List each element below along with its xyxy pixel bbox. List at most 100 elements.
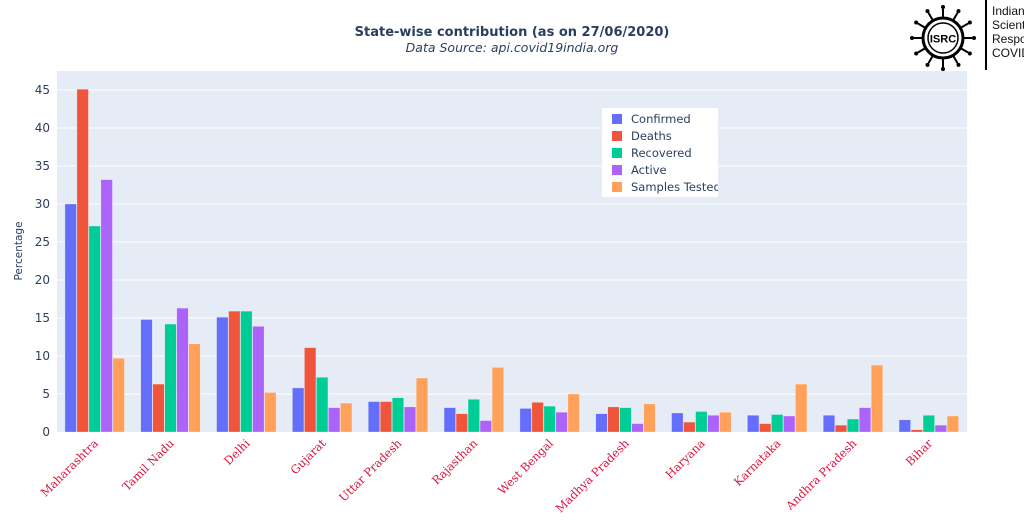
x-tick-label: Bihar xyxy=(903,436,936,469)
bar-confirmed-west-bengal[interactable] xyxy=(519,408,532,433)
y-tick-label: 5 xyxy=(42,387,50,401)
bar-active-tamil-nadu[interactable] xyxy=(176,307,189,433)
bar-active-west-bengal[interactable] xyxy=(555,411,568,433)
bar-recovered-tamil-nadu[interactable] xyxy=(164,323,177,433)
bar-deaths-rajasthan[interactable] xyxy=(455,413,468,433)
bar-samples-tested-west-bengal[interactable] xyxy=(567,393,580,433)
x-tick-label: Gujarat xyxy=(288,436,329,477)
bar-confirmed-tamil-nadu[interactable] xyxy=(140,319,153,433)
x-tick-label: Karnataka xyxy=(731,436,784,489)
chart-title: State-wise contribution (as on 27/06/202… xyxy=(355,25,670,40)
bar-samples-tested-karnataka[interactable] xyxy=(795,383,808,433)
bar-recovered-karnataka[interactable] xyxy=(771,414,784,433)
bar-active-karnataka[interactable] xyxy=(783,415,796,433)
bar-confirmed-rajasthan[interactable] xyxy=(443,407,456,433)
bar-confirmed-andhra-pradesh[interactable] xyxy=(823,415,835,433)
bar-samples-tested-bihar[interactable] xyxy=(946,415,959,433)
bar-confirmed-gujarat[interactable] xyxy=(292,387,305,433)
bar-confirmed-maharashtra[interactable] xyxy=(64,203,77,433)
x-tick-label: Madhya Pradesh xyxy=(553,436,633,516)
legend-swatch xyxy=(612,114,622,124)
bar-deaths-uttar-pradesh[interactable] xyxy=(380,401,392,433)
bar-samples-tested-rajasthan[interactable] xyxy=(491,367,504,433)
bar-samples-tested-delhi[interactable] xyxy=(264,392,277,433)
bar-samples-tested-madhya-pradesh[interactable] xyxy=(643,403,656,433)
y-axis-label: Percentage xyxy=(13,221,25,280)
logo-spike-tip xyxy=(925,9,930,14)
bar-chart: 0 5 10 15 20 25 30 35 40 45 Maharashtra Tamil Nadu… xyxy=(13,0,1024,516)
logo-spike-tip xyxy=(910,36,914,40)
bar-recovered-rajasthan[interactable] xyxy=(467,399,480,433)
y-tick-label: 25 xyxy=(35,235,50,249)
bar-samples-tested-tamil-nadu[interactable] xyxy=(188,343,201,433)
bar-deaths-karnataka[interactable] xyxy=(759,423,772,433)
bar-deaths-gujarat[interactable] xyxy=(304,347,317,433)
bar-recovered-madhya-pradesh[interactable] xyxy=(619,407,632,433)
bar-deaths-tamil-nadu[interactable] xyxy=(152,383,165,433)
bar-samples-tested-maharashtra[interactable] xyxy=(112,358,125,433)
logo-spike-tip xyxy=(914,20,919,25)
x-tick-label: Delhi xyxy=(221,436,253,468)
logo-spike-tip xyxy=(914,51,919,56)
bar-recovered-gujarat[interactable] xyxy=(316,377,329,433)
bar-recovered-maharashtra[interactable] xyxy=(88,225,101,433)
legend-item-label[interactable]: Samples Tested xyxy=(631,180,721,194)
bar-samples-tested-haryana[interactable] xyxy=(719,411,732,433)
bar-active-andhra-pradesh[interactable] xyxy=(859,407,871,433)
bar-confirmed-madhya-pradesh[interactable] xyxy=(595,413,608,433)
logo-spike-tip xyxy=(941,67,945,71)
bar-deaths-delhi[interactable] xyxy=(228,310,241,433)
chart-subtitle: Data Source: api.covid19india.org xyxy=(406,40,619,55)
bar-active-haryana[interactable] xyxy=(707,415,720,433)
bar-recovered-andhra-pradesh[interactable] xyxy=(847,418,859,433)
bar-active-gujarat[interactable] xyxy=(328,407,341,433)
logo-spike-tip xyxy=(956,62,961,67)
bar-samples-tested-gujarat[interactable] xyxy=(340,402,353,433)
legend-item-label[interactable]: Confirmed xyxy=(631,112,691,126)
bar-deaths-madhya-pradesh[interactable] xyxy=(607,406,620,433)
bar-active-rajasthan[interactable] xyxy=(479,420,492,433)
bar-deaths-maharashtra[interactable] xyxy=(76,88,89,433)
bar-active-maharashtra[interactable] xyxy=(100,179,113,433)
legend-item-label[interactable]: Active xyxy=(631,163,667,177)
bar-active-madhya-pradesh[interactable] xyxy=(631,423,644,433)
x-tick-label: Maharashtra xyxy=(38,436,101,499)
legend-item-label[interactable]: Recovered xyxy=(631,146,692,160)
bar-recovered-delhi[interactable] xyxy=(240,310,253,433)
x-tick-label: Tamil Nadu xyxy=(119,436,176,493)
bar-confirmed-haryana[interactable] xyxy=(671,412,684,433)
legend-swatch xyxy=(612,131,622,141)
bar-active-bihar[interactable] xyxy=(934,424,947,433)
bar-deaths-bihar[interactable] xyxy=(910,429,923,433)
y-tick-label: 10 xyxy=(35,349,50,363)
x-tick-label: Rajasthan xyxy=(429,436,481,488)
bar-recovered-west-bengal[interactable] xyxy=(543,405,556,433)
legend-item-label[interactable]: Deaths xyxy=(631,129,672,143)
bar-samples-tested-uttar-pradesh[interactable] xyxy=(416,377,428,433)
bar-confirmed-delhi[interactable] xyxy=(216,316,229,433)
bar-recovered-bihar[interactable] xyxy=(922,415,935,433)
logo-spike-tip xyxy=(972,36,976,40)
y-tick-label: 45 xyxy=(35,83,50,97)
bar-active-uttar-pradesh[interactable] xyxy=(404,406,416,433)
bar-deaths-andhra-pradesh[interactable] xyxy=(835,424,847,433)
logo-spike-tip xyxy=(925,62,930,67)
bar-deaths-haryana[interactable] xyxy=(683,421,696,433)
legend-swatch xyxy=(612,165,622,175)
legend-swatch xyxy=(612,182,622,192)
logo-spike-tip xyxy=(967,51,972,56)
y-tick-label: 15 xyxy=(35,311,50,325)
legend[interactable]: Confirmed Deaths Recovered Active Samples Te… xyxy=(602,108,721,197)
logo-spike-tip xyxy=(941,5,945,9)
bar-recovered-haryana[interactable] xyxy=(695,411,708,433)
bar-samples-tested-andhra-pradesh[interactable] xyxy=(871,364,883,433)
bar-confirmed-bihar[interactable] xyxy=(898,419,911,433)
logo-spike-tip xyxy=(967,20,972,25)
bar-recovered-uttar-pradesh[interactable] xyxy=(392,397,404,433)
bar-deaths-west-bengal[interactable] xyxy=(531,402,544,433)
logo-line-3: Respo xyxy=(992,32,1024,46)
bar-confirmed-uttar-pradesh[interactable] xyxy=(368,401,380,433)
bar-confirmed-karnataka[interactable] xyxy=(747,415,760,433)
x-axis-ticks: Maharashtra Tamil Nadu Delhi Gujarat Uttar P… xyxy=(38,436,936,516)
bar-active-delhi[interactable] xyxy=(252,326,265,433)
